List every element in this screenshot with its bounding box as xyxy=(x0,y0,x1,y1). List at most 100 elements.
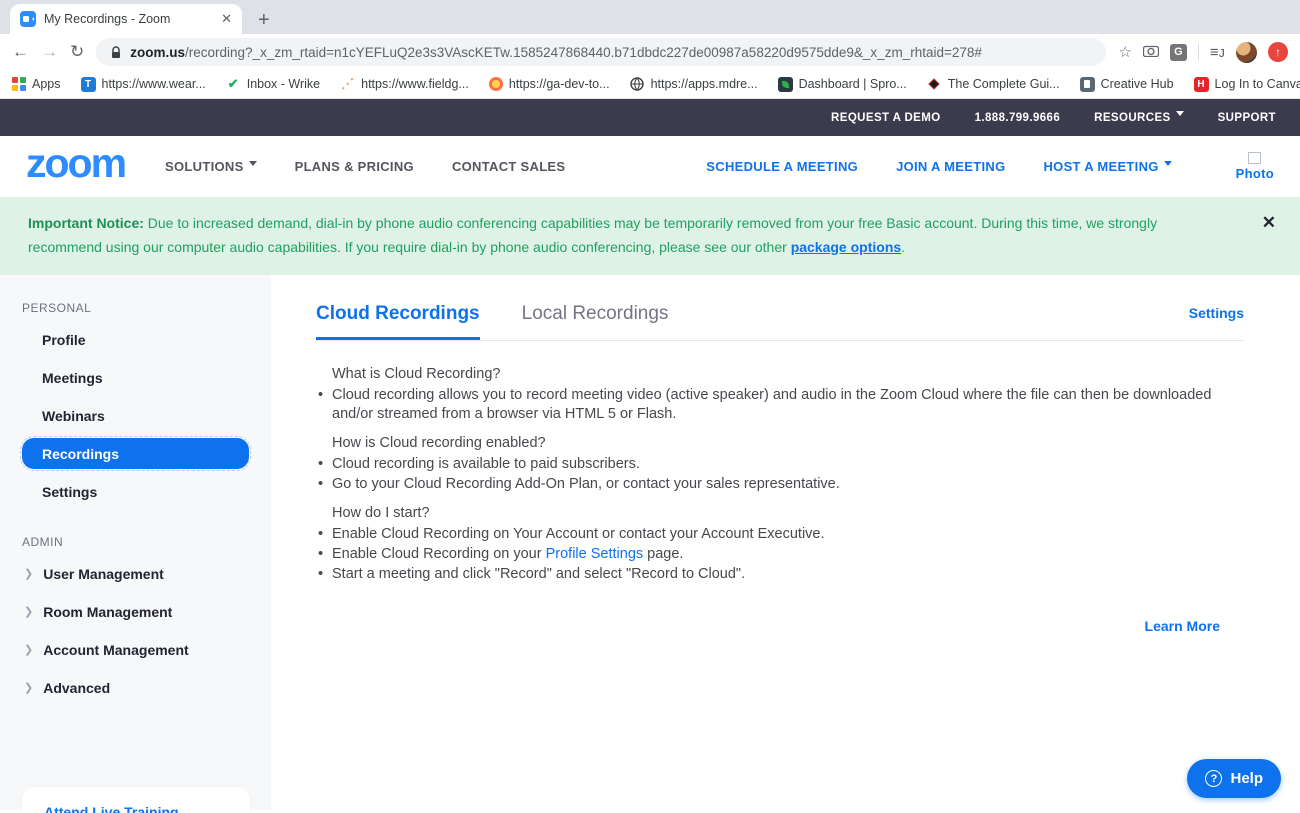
page-body: PERSONAL Profile Meetings Webinars Recor… xyxy=(0,275,1300,810)
back-icon[interactable]: ← xyxy=(12,42,29,62)
chrome-profile-avatar[interactable] xyxy=(1236,42,1257,63)
sidebar-item-settings[interactable]: Settings xyxy=(0,473,271,511)
nav-solutions[interactable]: SOLUTIONS xyxy=(165,159,257,174)
browser-tab[interactable]: My Recordings - Zoom ✕ xyxy=(10,4,242,34)
zoom-logo[interactable]: zoom xyxy=(26,147,125,180)
help-button[interactable]: ? Help xyxy=(1187,759,1281,798)
bullet-list: Cloud recording is available to paid sub… xyxy=(316,455,1244,494)
globe-icon xyxy=(630,77,645,92)
tab-close-icon[interactable]: ✕ xyxy=(221,11,232,27)
forward-icon[interactable]: → xyxy=(41,42,58,62)
bookmark-item[interactable]: https://ga-dev-to... xyxy=(489,77,610,91)
recording-settings-link[interactable]: Settings xyxy=(1189,305,1244,321)
package-options-link[interactable]: package options xyxy=(791,239,901,255)
chevron-right-icon: ❯ xyxy=(24,605,33,618)
section-heading: How do I start? xyxy=(332,504,1244,523)
browser-url-row: ← → ↻ zoom.us/recording?_x_zm_rtaid=n1cY… xyxy=(0,34,1300,70)
bullet-item: Go to your Cloud Recording Add-On Plan, … xyxy=(316,475,1236,494)
nav-plans-pricing[interactable]: PLANS & PRICING xyxy=(295,159,414,174)
sidebar-item-advanced[interactable]: ❯Advanced xyxy=(0,669,271,707)
bullet-item: Enable Cloud Recording on Your Account o… xyxy=(316,525,1236,544)
lock-icon xyxy=(110,46,122,59)
sidebar-item-account-management[interactable]: ❯Account Management xyxy=(0,631,271,669)
learn-more-link[interactable]: Learn More xyxy=(316,618,1244,634)
gray-doc-icon xyxy=(1080,77,1095,92)
active-pill: Recordings xyxy=(22,438,249,469)
tab-local-recordings[interactable]: Local Recordings xyxy=(522,303,669,340)
bullet-item: Start a meeting and click "Record" and s… xyxy=(316,565,1236,584)
sidebar: PERSONAL Profile Meetings Webinars Recor… xyxy=(0,275,271,810)
main-content: Cloud Recordings Local Recordings Settin… xyxy=(271,275,1300,810)
bullet-list: Enable Cloud Recording on Your Account o… xyxy=(316,525,1244,584)
browser-tab-strip: My Recordings - Zoom ✕ + xyxy=(0,0,1300,34)
url-host: zoom.us xyxy=(130,45,185,60)
sidebar-item-profile[interactable]: Profile xyxy=(0,321,271,359)
bullet-item: Cloud recording is available to paid sub… xyxy=(316,455,1236,474)
sidebar-item-room-management[interactable]: ❯Room Management xyxy=(0,593,271,631)
bookmark-item[interactable]: https://apps.mdre... xyxy=(630,77,758,92)
header-actions: SCHEDULE A MEETING JOIN A MEETING HOST A… xyxy=(706,152,1274,181)
host-meeting-menu[interactable]: HOST A MEETING xyxy=(1043,159,1171,174)
canvas-icon: H xyxy=(1194,77,1209,92)
bookmark-item[interactable]: The Complete Gui... xyxy=(927,77,1060,92)
reload-icon[interactable]: ↻ xyxy=(70,42,84,62)
zoom-favicon-icon xyxy=(20,11,36,27)
notice-close-icon[interactable]: ✕ xyxy=(1262,213,1276,233)
chrome-update-menu-icon[interactable]: ↑ xyxy=(1268,42,1288,62)
header-nav: SOLUTIONS PLANS & PRICING CONTACT SALES xyxy=(165,159,565,174)
bookmarks-bar: Apps T https://www.wear... ✔ Inbox - Wri… xyxy=(0,70,1300,99)
apps-shortcut[interactable]: Apps xyxy=(12,77,61,91)
sidebar-item-meetings[interactable]: Meetings xyxy=(0,359,271,397)
phone-number: 1.888.799.9666 xyxy=(975,112,1061,124)
bullet-item: Cloud recording allows you to record mee… xyxy=(316,386,1236,424)
orange-scribble-icon: ⋰ xyxy=(340,77,355,92)
tab-cloud-recordings[interactable]: Cloud Recordings xyxy=(316,303,480,340)
camera-extension-icon[interactable] xyxy=(1143,44,1159,60)
bookmark-item[interactable]: T https://www.wear... xyxy=(81,77,206,92)
orange-ring-icon xyxy=(489,77,503,91)
support-link[interactable]: SUPPORT xyxy=(1218,112,1276,124)
bookmark-item[interactable]: Creative Hub xyxy=(1080,77,1174,92)
join-meeting-link[interactable]: JOIN A MEETING xyxy=(896,159,1005,174)
sidebar-item-recordings[interactable]: Recordings xyxy=(0,435,271,473)
reading-list-icon[interactable]: ≡ᴊ xyxy=(1210,45,1225,60)
notice-text: Important Notice: Due to increased deman… xyxy=(28,212,1230,260)
profile-settings-link[interactable]: Profile Settings xyxy=(546,546,644,562)
section-heading: What is Cloud Recording? xyxy=(332,365,1244,384)
bullet-list: Cloud recording allows you to record mee… xyxy=(316,386,1244,424)
sidebar-item-webinars[interactable]: Webinars xyxy=(0,397,271,435)
zoom-top-bar: REQUEST A DEMO 1.888.799.9666 RESOURCES … xyxy=(0,99,1300,136)
chevron-right-icon: ❯ xyxy=(24,567,33,580)
apps-grid-icon xyxy=(12,77,26,91)
cloud-recording-info: What is Cloud Recording? Cloud recording… xyxy=(316,365,1244,634)
profile-alt-text: Photo xyxy=(1236,166,1274,181)
profile-avatar[interactable]: Photo xyxy=(1236,152,1274,181)
recordings-tabs: Cloud Recordings Local Recordings Settin… xyxy=(316,303,1244,341)
section-heading: How is Cloud recording enabled? xyxy=(332,434,1244,453)
diamond-icon xyxy=(927,77,942,92)
chevron-down-icon xyxy=(249,161,257,170)
resources-menu[interactable]: RESOURCES xyxy=(1094,111,1183,124)
sidebar-section-admin: ADMIN xyxy=(0,535,271,549)
request-demo-link[interactable]: REQUEST A DEMO xyxy=(831,112,941,124)
attend-live-training-card[interactable]: Attend Live Training xyxy=(22,787,250,813)
bookmark-item[interactable]: ✔ Inbox - Wrike xyxy=(226,77,320,92)
wrike-t-icon: T xyxy=(81,77,96,92)
sidebar-item-user-management[interactable]: ❯User Management xyxy=(0,555,271,593)
address-bar[interactable]: zoom.us/recording?_x_zm_rtaid=n1cYEFLuQ2… xyxy=(96,38,1106,66)
url-text: zoom.us/recording?_x_zm_rtaid=n1cYEFLuQ2… xyxy=(130,45,982,60)
bookmark-item[interactable]: ⋰ https://www.fieldg... xyxy=(340,77,469,92)
question-mark-icon: ? xyxy=(1205,770,1222,787)
sidebar-section-personal: PERSONAL xyxy=(0,301,271,315)
chevron-right-icon: ❯ xyxy=(24,643,33,656)
new-tab-button[interactable]: + xyxy=(258,10,270,30)
green-check-icon: ✔ xyxy=(226,77,241,92)
schedule-meeting-link[interactable]: SCHEDULE A MEETING xyxy=(706,159,858,174)
bookmark-star-icon[interactable]: ☆ xyxy=(1118,45,1131,60)
g-extension-icon[interactable]: G xyxy=(1170,44,1187,61)
chevron-down-icon xyxy=(1164,161,1172,170)
attend-live-training-link[interactable]: Attend Live Training xyxy=(44,804,179,813)
bookmark-item[interactable]: H Log In to Canvas xyxy=(1194,77,1300,92)
bookmark-item[interactable]: Dashboard | Spro... xyxy=(778,77,907,92)
nav-contact-sales[interactable]: CONTACT SALES xyxy=(452,159,565,174)
